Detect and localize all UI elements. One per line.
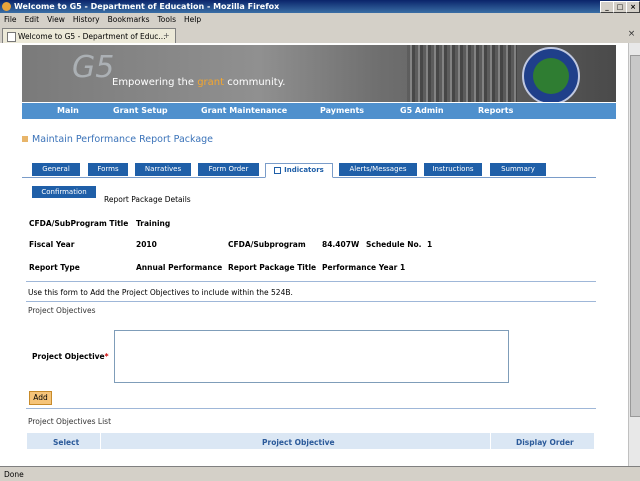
page-icon <box>7 32 16 42</box>
schedule-value: 1 <box>427 240 433 249</box>
tab-forms[interactable]: Forms <box>88 163 128 176</box>
package-tabs: General Forms Narratives Form Order Indi… <box>22 163 596 178</box>
page-title: Maintain Performance Report Package <box>22 134 213 145</box>
tab-indicators[interactable]: Indicators <box>265 163 333 178</box>
nav-main[interactable]: Main <box>57 106 79 115</box>
fiscal-year-value: 2010 <box>136 240 157 249</box>
tagline-start: Empowering the <box>112 77 198 88</box>
tab-indicators-label: Indicators <box>284 166 324 174</box>
minimize-button[interactable]: _ <box>600 1 614 13</box>
vertical-scrollbar[interactable] <box>628 43 640 466</box>
menu-history[interactable]: History <box>69 13 104 24</box>
project-objectives-list-title: Project Objectives List <box>28 417 112 426</box>
nav-payments[interactable]: Payments <box>320 106 364 115</box>
firefox-icon <box>2 2 11 11</box>
column-divider <box>490 433 491 449</box>
report-type-value: Annual Performance <box>136 263 223 272</box>
instructions-text: Use this form to Add the Project Objecti… <box>28 288 293 297</box>
project-objective-label-text: Project Objective <box>32 352 105 361</box>
browser-tab[interactable]: Welcome to G5 - Department of Educ... + <box>2 28 176 43</box>
menu-edit[interactable]: Edit <box>21 13 44 24</box>
add-button[interactable]: Add <box>29 391 52 405</box>
tagline-end: community. <box>224 77 286 88</box>
cfda-subprogram-label: CFDA/Subprogram <box>228 240 306 249</box>
window-title: Welcome to G5 - Department of Education … <box>14 2 280 11</box>
banner-tagline: Empowering the grant community. <box>112 77 285 88</box>
scrollbar-thumb[interactable] <box>630 55 640 417</box>
column-divider <box>100 433 101 449</box>
divider <box>26 408 596 409</box>
project-objective-label: Project Objective* <box>32 352 109 361</box>
tab-summary[interactable]: Summary <box>490 163 546 176</box>
seal-tree-icon <box>533 58 569 94</box>
cfda-subprogram-value: 84.407W <box>322 240 360 249</box>
project-objectives-section: Project Objectives <box>28 306 96 315</box>
menu-help[interactable]: Help <box>180 13 205 24</box>
menu-tools[interactable]: Tools <box>154 13 180 24</box>
site-banner: G5 Empowering the grant community. <box>22 45 616 102</box>
nav-reports[interactable]: Reports <box>478 106 513 115</box>
cfda-title-label: CFDA/SubProgram Title <box>29 219 129 228</box>
column-project-objective[interactable]: Project Objective <box>262 438 335 447</box>
divider <box>26 301 596 302</box>
tab-form-order[interactable]: Form Order <box>198 163 259 176</box>
report-type-label: Report Type <box>29 263 80 272</box>
project-objective-textarea[interactable] <box>114 330 509 383</box>
schedule-label: Schedule No. <box>366 240 422 249</box>
column-display-order[interactable]: Display Order <box>516 438 574 447</box>
package-title-value: Performance Year 1 <box>322 263 406 272</box>
page-content: G5 Empowering the grant community. Main … <box>22 43 616 466</box>
g5-logo: G5 <box>72 50 115 85</box>
title-bullet-icon <box>22 136 28 142</box>
package-title-label: Report Package Title <box>228 263 317 272</box>
window-title-bar: Welcome to G5 - Department of Education … <box>0 0 640 13</box>
page-viewport: G5 Empowering the grant community. Main … <box>0 43 628 466</box>
new-tab-icon[interactable]: + <box>163 31 170 40</box>
tab-instructions[interactable]: Instructions <box>424 163 482 176</box>
menu-view[interactable]: View <box>43 13 69 24</box>
maximize-button[interactable]: □ <box>613 1 627 13</box>
tagline-accent: grant <box>197 77 225 88</box>
page-title-text: Maintain Performance Report Package <box>32 134 214 145</box>
nav-grant-maintenance[interactable]: Grant Maintenance <box>201 106 287 115</box>
tab-narratives[interactable]: Narratives <box>135 163 191 176</box>
section-title: Report Package Details <box>104 195 191 204</box>
required-marker: * <box>104 352 109 361</box>
tab-confirmation[interactable]: Confirmation <box>32 186 96 198</box>
column-select[interactable]: Select <box>53 438 79 447</box>
close-tab-icon[interactable]: × <box>626 29 637 40</box>
library-photo <box>407 45 517 102</box>
tab-alerts-messages[interactable]: Alerts/Messages <box>339 163 417 176</box>
cfda-title-value: Training <box>136 219 171 228</box>
menu-bookmarks[interactable]: Bookmarks <box>104 13 154 24</box>
browser-tab-bar: Welcome to G5 - Department of Educ... + … <box>0 26 640 44</box>
status-text: Done <box>4 470 24 479</box>
menu-bar: File Edit View History Bookmarks Tools Help <box>0 13 640 26</box>
status-bar: Done <box>0 466 640 481</box>
nav-g5-admin[interactable]: G5 Admin <box>400 106 444 115</box>
main-nav: Main Grant Setup Grant Maintenance Payme… <box>22 103 616 119</box>
close-button[interactable]: × <box>626 1 640 13</box>
fiscal-year-label: Fiscal Year <box>29 240 75 249</box>
divider <box>26 281 596 282</box>
menu-file[interactable]: File <box>0 13 21 24</box>
active-tab-icon <box>274 166 282 174</box>
objectives-table-header: Select Project Objective Display Order <box>27 433 594 449</box>
department-seal-icon <box>522 47 580 102</box>
nav-grant-setup[interactable]: Grant Setup <box>113 106 168 115</box>
browser-tab-label: Welcome to G5 - Department of Educ... <box>18 32 166 41</box>
tab-general[interactable]: General <box>32 163 80 176</box>
